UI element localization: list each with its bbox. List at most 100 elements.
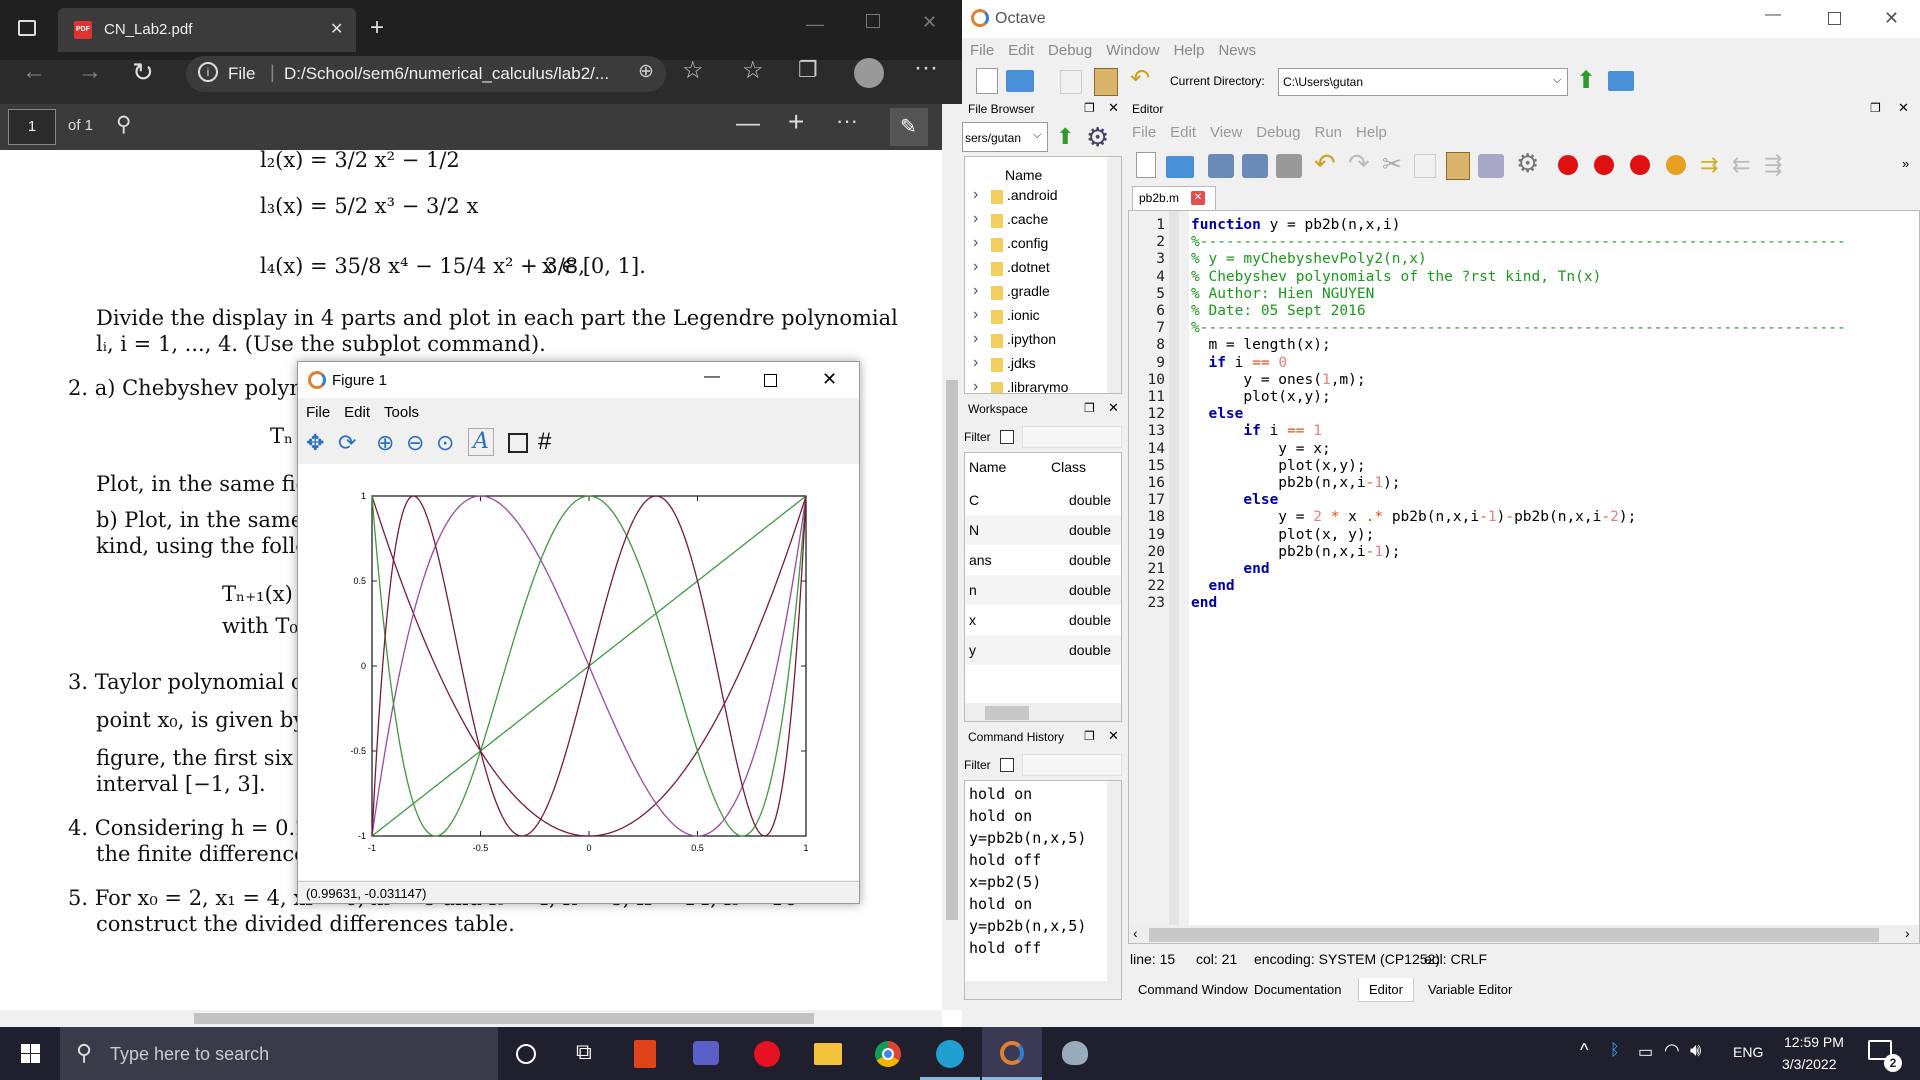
insert-text-icon[interactable]: A [468, 428, 494, 456]
media-player-icon[interactable] [736, 1027, 796, 1080]
bluetooth-icon[interactable]: ᛒ [1610, 1042, 1620, 1060]
wifi-icon[interactable]: ◠ [1664, 1040, 1680, 1061]
paint-icon[interactable] [1044, 1027, 1104, 1080]
print-icon[interactable] [1276, 154, 1302, 178]
octave-menu-help[interactable]: Help [1174, 42, 1205, 59]
figure-menu-file[interactable]: File [306, 404, 330, 421]
auto-zoom-icon[interactable]: ⊙ [436, 430, 454, 456]
chevron-right-icon[interactable]: › [973, 354, 978, 372]
next-breakpoint-icon[interactable] [1594, 155, 1614, 175]
forward-icon[interactable]: → [78, 58, 102, 86]
zoom-out-icon[interactable]: ⊖ [406, 430, 424, 456]
editor-menu-debug[interactable]: Debug [1256, 124, 1300, 141]
prev-breakpoint-icon[interactable] [1630, 155, 1650, 175]
chevron-right-icon[interactable]: › [973, 234, 978, 252]
toggle-grid-icon[interactable]: # [538, 428, 551, 456]
workspace-row[interactable]: n double [965, 575, 1121, 605]
octave-menu-window[interactable]: Window [1106, 42, 1159, 59]
notification-center-icon[interactable]: 2 [1866, 1036, 1904, 1074]
file-explorer-icon[interactable] [798, 1027, 858, 1080]
page-number-input[interactable]: 1 [8, 109, 56, 145]
close-tab-icon[interactable]: ✕ [1191, 191, 1205, 205]
scroll-left-icon[interactable]: ‹ [1133, 925, 1138, 941]
clock-time[interactable]: 12:59 PM [1784, 1034, 1844, 1050]
octave-menu-edit[interactable]: Edit [1008, 42, 1034, 59]
address-bar[interactable]: i File | D:/School/sem6/numerical_calcul… [186, 56, 666, 92]
history-item[interactable]: hold on [969, 785, 1032, 803]
figure-menu-edit[interactable]: Edit [344, 404, 370, 421]
undo-icon[interactable]: ↶ [1130, 64, 1150, 93]
workspace-filter-input[interactable] [1022, 426, 1122, 448]
pdf-hscroll-thumb[interactable] [194, 1013, 814, 1024]
pin-toolbar-button[interactable]: ✎ [890, 108, 928, 146]
code-editor[interactable]: 1 function y = pb2b(n,x,i) 2 %-------------… [1128, 210, 1920, 944]
pdf-more-icon[interactable]: ··· [836, 108, 858, 134]
paste-icon[interactable] [1094, 68, 1118, 96]
history-item[interactable]: y=pb2b(n,x,5) [969, 829, 1086, 847]
toggle-breakpoint-icon[interactable] [1558, 155, 1578, 175]
history-item[interactable]: x=pb2(5) [969, 873, 1041, 891]
undock-icon[interactable]: ❐ [1870, 101, 1881, 115]
maximize-icon[interactable] [866, 14, 880, 28]
undock-icon[interactable]: ❐ [1084, 101, 1095, 115]
open-folder-icon[interactable] [1006, 70, 1034, 92]
editor-tab-pb2b[interactable]: pb2b.m ✕ [1132, 186, 1216, 210]
octave-taskbar-icon[interactable] [982, 1027, 1042, 1080]
toolbar-overflow-icon[interactable]: » [1902, 156, 1909, 171]
task-view-icon[interactable]: ⧉ [556, 1027, 616, 1080]
tab-variable-editor[interactable]: Variable Editor [1418, 978, 1522, 1002]
paste-icon[interactable] [1446, 152, 1470, 180]
edge-icon[interactable] [920, 1027, 980, 1080]
workspace-col-name[interactable]: Name [969, 459, 1006, 475]
run-settings-gear-icon[interactable]: ⚙ [1516, 148, 1539, 179]
find-icon[interactable] [1478, 154, 1504, 178]
editor-hscroll-thumb[interactable] [1149, 928, 1879, 942]
cut-icon[interactable]: ✂ [1382, 150, 1402, 179]
editor-menu-help[interactable]: Help [1356, 124, 1387, 141]
pdf-vertical-scrollbar[interactable] [942, 104, 962, 1010]
octave-menu-debug[interactable]: Debug [1048, 42, 1092, 59]
browse-dir-icon[interactable] [1608, 71, 1634, 91]
favorite-add-icon[interactable]: ☆ [682, 56, 704, 85]
octave-close-icon[interactable]: ✕ [1884, 8, 1899, 29]
tab-command-window[interactable]: Command Window [1128, 978, 1258, 1002]
chevron-right-icon[interactable]: › [973, 282, 978, 300]
copy-icon[interactable] [1414, 154, 1436, 178]
editor-hscrollbar[interactable]: ‹ › [1129, 925, 1919, 943]
comment-icon[interactable]: ⇶ [1764, 152, 1782, 178]
open-file-icon[interactable] [1166, 156, 1194, 178]
history-filter-input[interactable] [1022, 754, 1122, 776]
indent-icon[interactable]: ⇉ [1700, 152, 1718, 178]
info-icon[interactable]: i [198, 62, 218, 82]
workspace-filter-checkbox[interactable] [1000, 430, 1014, 444]
workspace-row[interactable]: ans double [965, 545, 1121, 575]
chrome-icon[interactable] [858, 1027, 918, 1080]
history-item[interactable]: hold on [969, 895, 1032, 913]
pan-icon[interactable]: ✥ [306, 430, 324, 456]
workspace-hscrollbar[interactable] [965, 703, 1121, 721]
workspace-hscroll-thumb[interactable] [985, 706, 1029, 720]
history-item[interactable]: hold off [969, 851, 1041, 869]
tab-documentation[interactable]: Documentation [1244, 978, 1351, 1002]
parent-dir-icon[interactable]: ⬆ [1056, 124, 1074, 150]
pdf-vscroll-thumb[interactable] [946, 380, 958, 920]
new-script-icon[interactable] [976, 68, 998, 94]
file-tree-col-name[interactable]: Name [1005, 167, 1042, 183]
undock-icon[interactable]: ❐ [1084, 401, 1095, 415]
back-icon[interactable]: ← [22, 58, 46, 86]
parent-dir-icon[interactable]: ⬆ [1576, 66, 1596, 95]
close-icon[interactable]: ✕ [1108, 400, 1119, 416]
refresh-icon[interactable]: ↻ [132, 57, 154, 88]
undo-icon[interactable]: ↶ [1314, 148, 1336, 179]
tab-editor[interactable]: Editor [1358, 978, 1414, 1002]
gear-icon[interactable]: ⚙ [1086, 122, 1109, 153]
more-icon[interactable]: ··· [914, 54, 938, 82]
profile-avatar[interactable] [854, 58, 884, 88]
workspace-row[interactable]: x double [965, 605, 1121, 635]
octave-maximize-icon[interactable] [1828, 12, 1841, 25]
close-icon[interactable]: ✕ [1108, 728, 1119, 744]
octave-menu-news[interactable]: News [1218, 42, 1256, 59]
figure-menu-tools[interactable]: Tools [384, 404, 419, 421]
close-window-icon[interactable]: ✕ [922, 12, 937, 33]
zoom-out-icon[interactable]: — [736, 110, 760, 138]
